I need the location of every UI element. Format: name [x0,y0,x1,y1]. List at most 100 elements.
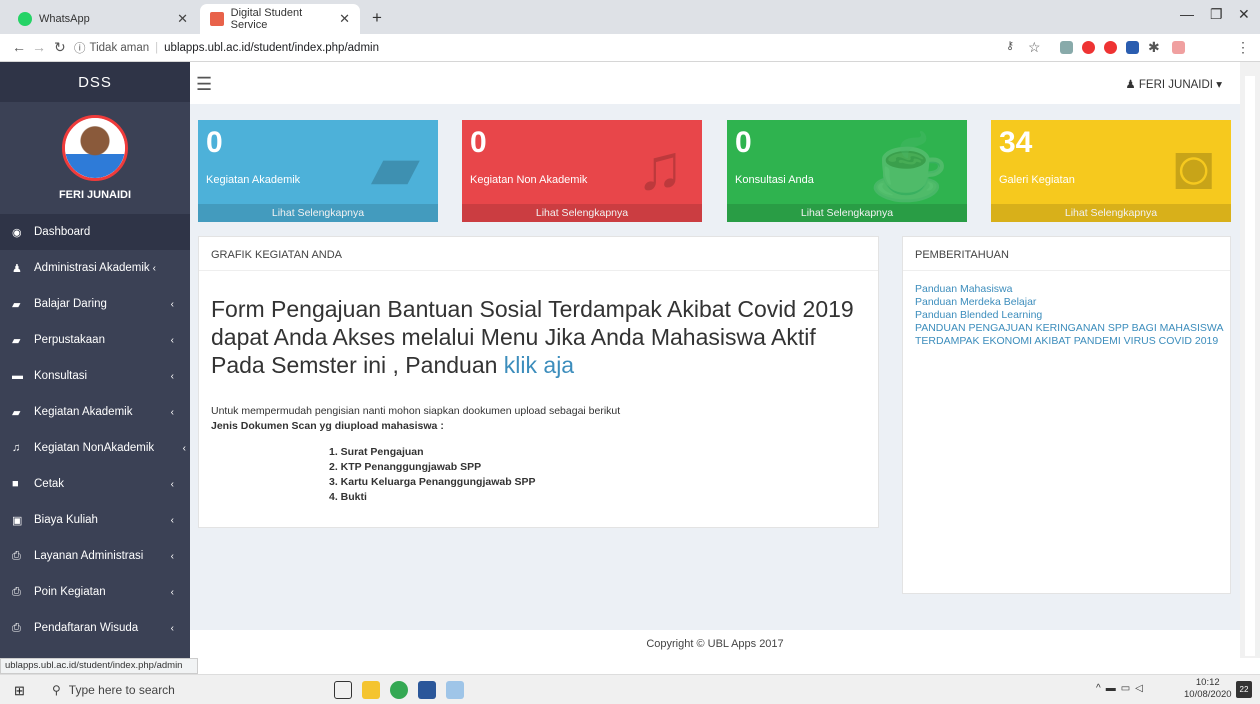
music-icon: ♫ [12,442,21,454]
bookmark-star-icon[interactable]: ☆ [1028,39,1041,56]
grafik-panel: GRAFIK KEGIATAN ANDA Form Pengajuan Bant… [198,236,879,528]
stat-label: Kegiatan Akademik [206,174,301,186]
sidebar-item-kegiatan-akademik[interactable]: ▰ Kegiatan Akademik ‹ [0,394,190,430]
file-explorer-icon[interactable] [362,681,380,699]
url-input[interactable]: ⓘ Tidak aman | ublapps.ubl.ac.id/student… [74,38,984,58]
notice-link[interactable]: Panduan Blended Learning [915,309,1225,322]
minimize-icon[interactable]: — [1180,6,1194,22]
stat-value: 0 [206,126,223,159]
windows-taskbar: ⊞ ⚲ Type here to search ^▬▭◁ 10:12 10/08… [0,674,1260,704]
puzzle-icon[interactable]: ✱ [1148,39,1160,56]
list-item: 3. Kartu Keluarga Penanggungjawab SPP [329,476,536,488]
stat-more-link[interactable]: Lihat Selengkapnya [198,204,438,222]
notification-badge[interactable]: 22 [1236,681,1252,698]
notice-links: Panduan Mahasiswa Panduan Merdeka Belaja… [915,283,1225,348]
file-icon: ■ [12,478,19,490]
stat-value: 34 [999,126,1033,159]
stat-value: 0 [735,126,752,159]
reload-icon[interactable]: ↻ [54,39,66,56]
sidebar-item-konsultasi[interactable]: ▬ Konsultasi ‹ [0,358,190,394]
chevron-left-icon: ‹ [170,334,174,346]
tab-digital-student-service[interactable]: Digital Student Service ✕ [200,4,360,34]
sidebar-item-biaya-kuliah[interactable]: ▣ Biaya Kuliah ‹ [0,502,190,538]
adblock-icon[interactable] [1082,41,1095,54]
sidebar-item-kegiatan-nonakademik[interactable]: ♫ Kegiatan NonAkademik ‹ [0,430,190,466]
forward-icon[interactable]: → [32,39,46,55]
close-tab-icon[interactable]: ✕ [339,11,350,27]
brand-logo[interactable]: DSS [0,62,190,102]
hamburger-menu-icon[interactable]: ☰ [196,74,212,95]
system-tray-icons[interactable]: ^▬▭◁ [1096,683,1148,694]
back-icon[interactable]: ← [12,39,26,55]
windows-start-icon[interactable]: ⊞ [14,683,25,699]
coffee-icon: ☕ [869,131,949,203]
sidebar-item-label: Konsultasi [34,370,88,382]
user-menu[interactable]: ♟ FERI JUNAIDI ▾ [1125,77,1222,91]
stat-label: Konsultasi Anda [735,174,814,186]
panel-title: PEMBERITAHUAN [903,237,1230,271]
user-icon: ♟ [12,262,22,275]
sidebar-item-balajar-daring[interactable]: ▰ Balajar Daring ‹ [0,286,190,322]
word-icon[interactable] [418,681,436,699]
stat-more-link[interactable]: Lihat Selengkapnya [727,204,967,222]
taskbar-clock[interactable]: 10:12 10/08/2020 [1184,677,1232,701]
list-item: 2. KTP Penanggungjawab SPP [329,461,482,473]
sidebar-item-perpustakaan[interactable]: ▰ Perpustakaan ‹ [0,322,190,358]
sidebar-item-poin-kegiatan[interactable]: ⎙ Poin Kegiatan ‹ [0,574,190,610]
chevron-left-icon: ‹ [170,586,174,598]
address-bar: ← → ↻ ⓘ Tidak aman | ublapps.ubl.ac.id/s… [0,34,1260,62]
stat-box-kegiatan-akademik: 0 Kegiatan Akademik ▰ Lihat Selengkapnya [198,120,438,222]
user-name: FERI JUNAIDI [58,189,132,201]
extension-icon[interactable] [1126,41,1139,54]
extension-icon[interactable] [1104,41,1117,54]
stat-more-link[interactable]: Lihat Selengkapnya [462,204,702,222]
chevron-left-icon: ‹ [170,550,174,562]
chrome-icon[interactable] [390,681,408,699]
sidebar-item-cetak[interactable]: ■ Cetak ‹ [0,466,190,502]
stat-more-link[interactable]: Lihat Selengkapnya [991,204,1231,222]
notice-link[interactable]: PANDUAN PENGAJUAN KERINGANAN SPP BAGI MA… [915,322,1225,348]
page-scrollbar[interactable] [1240,62,1260,658]
taskbar-search[interactable]: ⚲ Type here to search [32,677,292,703]
extension-icon[interactable] [1060,41,1073,54]
stat-box-konsultasi: 0 Konsultasi Anda ☕ Lihat Selengkapnya [727,120,967,222]
close-window-icon[interactable]: ✕ [1238,6,1250,23]
guide-link[interactable]: klik aja [504,352,574,378]
info-icon[interactable]: ⓘ [74,40,86,56]
new-tab-button[interactable]: + [372,8,382,28]
user-menu-name: FERI JUNAIDI [1138,79,1214,91]
camera-icon: ◙ [1174,131,1213,203]
sidebar-item-administrasi-akademik[interactable]: ♟ Administrasi Akademik ‹ [0,250,190,286]
clock-time: 10:12 [1195,677,1220,688]
sidebar-item-label: Kegiatan NonAkademik [34,442,155,454]
sidebar-item-label: Pendaftaran Wisuda [34,622,139,634]
sidebar-item-label: Poin Kegiatan [34,586,106,598]
book-icon: ▰ [12,298,21,311]
maximize-icon[interactable]: ❐ [1210,6,1223,23]
notice-link[interactable]: Panduan Merdeka Belajar [915,296,1225,309]
avatar [62,115,128,181]
close-tab-icon[interactable]: ✕ [177,11,188,27]
search-icon: ⚲ [52,683,61,697]
search-placeholder: Type here to search [68,683,175,697]
profile-icon[interactable] [1172,41,1185,54]
site-favicon-icon [210,12,224,26]
printer-icon: ⎙ [12,549,21,562]
tab-whatsapp[interactable]: WhatsApp ✕ [8,4,198,34]
security-label: Tidak aman [89,42,150,54]
key-icon[interactable]: ⚷ [1006,39,1014,52]
sidebar-item-pendaftaran-wisuda[interactable]: ⎙ Pendaftaran Wisuda ‹ [0,610,190,646]
notice-link[interactable]: Panduan Mahasiswa [915,283,1225,296]
sidebar-item-layanan-administrasi[interactable]: ⎙ Layanan Administrasi ‹ [0,538,190,574]
app-icon[interactable] [446,681,464,699]
sidebar-item-label: Layanan Administrasi [34,550,144,562]
sidebar-item-dashboard[interactable]: ◉ Dashboard [0,214,190,250]
user-icon: ♟ [1125,79,1136,91]
sidebar-item-label: Perpustakaan [34,334,105,346]
stat-box-kegiatan-non-akademik: 0 Kegiatan Non Akademik ♫ Lihat Selengka… [462,120,702,222]
chevron-left-icon: ‹ [170,370,174,382]
chevron-left-icon: ‹ [170,514,174,526]
task-view-icon[interactable] [334,681,352,699]
book-icon: ▰ [12,334,21,347]
menu-dots-icon[interactable]: ⋮ [1236,39,1250,56]
